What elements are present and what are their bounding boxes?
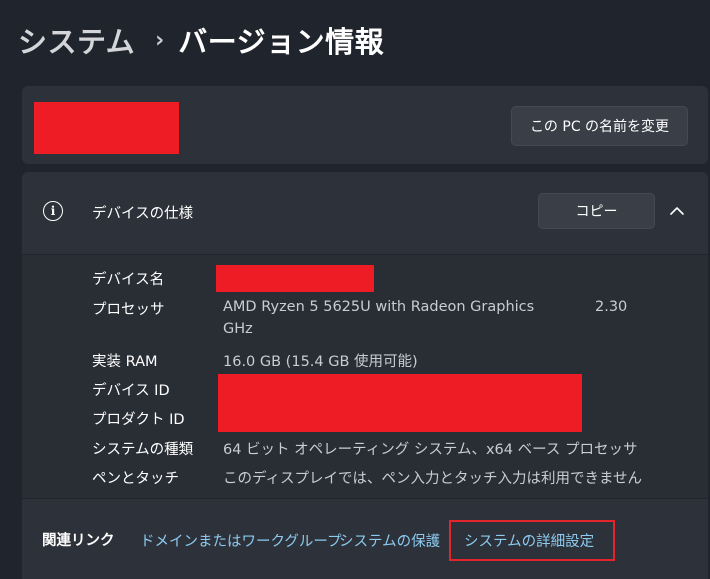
spec-value-processor-speed: 2.30 bbox=[595, 299, 628, 315]
chevron-up-icon[interactable] bbox=[668, 202, 686, 220]
domain-workgroup-link[interactable]: ドメインまたはワークグループ bbox=[140, 530, 342, 551]
spec-label-device-id: デバイス ID bbox=[92, 383, 170, 399]
device-name-card: この PC の名前を変更 bbox=[22, 86, 708, 164]
spec-label-pen-touch: ペンとタッチ bbox=[92, 471, 179, 487]
spec-value-pen-touch: このディスプレイでは、ペン入力とタッチ入力は利用できません bbox=[223, 471, 643, 487]
info-icon: i bbox=[43, 201, 63, 221]
redacted-device-product-id bbox=[218, 374, 582, 432]
spec-value-processor: AMD Ryzen 5 5625U with Radeon Graphics bbox=[223, 299, 535, 315]
spec-label-ram: 実装 RAM bbox=[92, 354, 158, 370]
breadcrumb-chevron-icon: › bbox=[155, 27, 165, 53]
device-specs-title: デバイスの仕様 bbox=[92, 206, 194, 222]
breadcrumb-system-link[interactable]: システム bbox=[18, 19, 135, 61]
highlight-annotation-box bbox=[449, 520, 615, 561]
related-links-bar: 関連リンク ドメインまたはワークグループ システムの保護 システムの詳細設定 bbox=[22, 499, 708, 579]
redacted-device-name-value bbox=[216, 265, 374, 292]
spec-value-processor-unit: GHz bbox=[223, 321, 253, 337]
copy-button[interactable]: コピー bbox=[538, 193, 655, 229]
spec-label-processor: プロセッサ bbox=[92, 302, 165, 318]
spec-value-ram: 16.0 GB (15.4 GB 使用可能) bbox=[223, 354, 418, 370]
spec-label-system-type: システムの種類 bbox=[92, 442, 194, 458]
device-specs-header[interactable]: i デバイスの仕様 コピー bbox=[22, 172, 708, 254]
page-title: バージョン情報 bbox=[178, 25, 385, 59]
spec-label-product-id: プロダクト ID bbox=[92, 412, 185, 428]
device-specs-body: デバイス名 プロセッサ AMD Ryzen 5 5625U with Radeo… bbox=[22, 255, 708, 498]
rename-pc-button[interactable]: この PC の名前を変更 bbox=[511, 106, 688, 146]
breadcrumb: システム › バージョン情報 bbox=[18, 18, 384, 62]
spec-label-device-name: デバイス名 bbox=[92, 272, 165, 288]
redacted-device-name bbox=[34, 102, 179, 154]
system-protection-link[interactable]: システムの保護 bbox=[339, 530, 440, 551]
related-links-label: 関連リンク bbox=[42, 533, 115, 549]
settings-page: システム › バージョン情報 この PC の名前を変更 i デバイスの仕様 コピ… bbox=[0, 0, 710, 579]
spec-value-system-type: 64 ビット オペレーティング システム、x64 ベース プロセッサ bbox=[223, 442, 638, 458]
